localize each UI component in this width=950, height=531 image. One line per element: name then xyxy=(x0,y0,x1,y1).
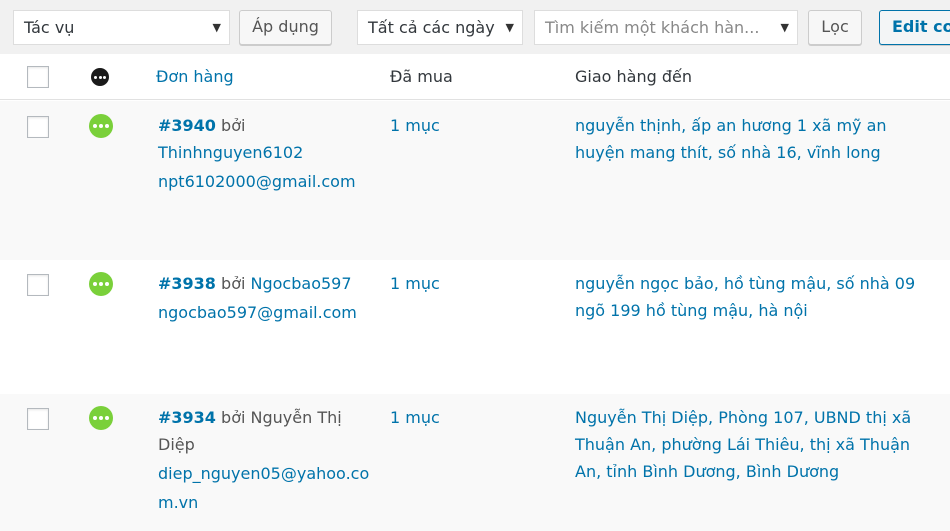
customer-search-select[interactable]: Tìm kiếm một khách hàn... ▼ xyxy=(534,10,798,45)
bulk-action-value: Tác vụ xyxy=(24,18,75,37)
select-all-checkbox[interactable] xyxy=(27,66,49,88)
customer-email-link[interactable]: ngocbao597@gmail.com xyxy=(158,303,357,322)
purchased-items-link[interactable]: 1 mục xyxy=(390,112,440,139)
by-label: bởi xyxy=(221,116,246,135)
filter-button[interactable]: Lọc xyxy=(808,10,862,45)
row-checkbox[interactable] xyxy=(27,408,49,430)
order-cell: #3940 bởi Thinhnguyen6102 npt6102000@gma… xyxy=(158,112,373,197)
apply-button[interactable]: Áp dụng xyxy=(239,10,332,45)
tablenav-top: Tác vụ ▼ Áp dụng Tất cả các ngày ▼ Tìm k… xyxy=(0,0,950,54)
customer-name-link[interactable]: Thinhnguyen6102 xyxy=(158,143,303,162)
customer-search-placeholder: Tìm kiếm một khách hàn... xyxy=(545,18,760,37)
address-line: Nguyễn Thị Diệp, Phòng 107, UBND thị xã xyxy=(575,408,912,427)
date-filter-value: Tất cả các ngày xyxy=(368,18,495,37)
customer-name: Nguyễn Thị xyxy=(250,408,342,427)
edit-columns-button[interactable]: Edit col xyxy=(879,10,950,45)
customer-name-link[interactable]: Ngocbao597 xyxy=(251,274,352,293)
status-header-icon xyxy=(91,68,109,86)
address-line: nguyễn ngọc bảo, hồ tùng mậu, số nhà 09 xyxy=(575,274,916,293)
by-label: bởi xyxy=(221,408,246,427)
order-cell: #3938 bởi Ngocbao597 ngocbao597@gmail.co… xyxy=(158,270,373,328)
by-label: bởi xyxy=(221,274,246,293)
orders-table: Đơn hàng Đã mua Giao hàng đến #3940 bởi … xyxy=(0,54,950,531)
purchased-items-link[interactable]: 1 mục xyxy=(390,404,440,431)
row-checkbox[interactable] xyxy=(27,116,49,138)
caret-down-icon: ▼ xyxy=(212,21,221,34)
order-number-link[interactable]: #3934 xyxy=(158,408,216,427)
column-header-purchased: Đã mua xyxy=(390,67,453,86)
caret-down-icon: ▼ xyxy=(505,21,514,34)
address-line: An, tỉnh Bình Dương, Bình Dương xyxy=(575,462,840,481)
column-header-ship-to: Giao hàng đến xyxy=(575,67,692,86)
ship-to-address-link[interactable]: nguyễn thịnh, ấp an hương 1 xã mỹ an huy… xyxy=(575,112,945,166)
ship-to-address-link[interactable]: Nguyễn Thị Diệp, Phòng 107, UBND thị xã … xyxy=(575,404,945,485)
row-checkbox[interactable] xyxy=(27,274,49,296)
address-line: Thuận An, phường Lái Thiêu, thị xã Thuận xyxy=(575,435,911,454)
status-processing-icon xyxy=(89,406,113,430)
order-number-link[interactable]: #3938 xyxy=(158,274,216,293)
date-filter-select[interactable]: Tất cả các ngày ▼ xyxy=(357,10,523,45)
address-line: huyện mang thít, số nhà 16, vĩnh long xyxy=(575,143,881,162)
table-row[interactable]: #3934 bởi Nguyễn Thị Diệp diep_nguyen05@… xyxy=(0,394,950,531)
bulk-action-select[interactable]: Tác vụ ▼ xyxy=(13,10,230,45)
purchased-items-link[interactable]: 1 mục xyxy=(390,270,440,297)
customer-email-link[interactable]: npt6102000@gmail.com xyxy=(158,172,356,191)
order-cell: #3934 bởi Nguyễn Thị Diệp diep_nguyen05@… xyxy=(158,404,373,516)
caret-down-icon: ▼ xyxy=(780,21,789,34)
status-processing-icon xyxy=(89,272,113,296)
status-processing-icon xyxy=(89,114,113,138)
table-header: Đơn hàng Đã mua Giao hàng đến xyxy=(0,54,950,100)
customer-email-link[interactable]: m.vn xyxy=(158,493,198,512)
table-row[interactable]: #3938 bởi Ngocbao597 ngocbao597@gmail.co… xyxy=(0,260,950,394)
address-line: ngõ 199 hồ tùng mậu, hà nội xyxy=(575,301,808,320)
ship-to-address-link[interactable]: nguyễn ngọc bảo, hồ tùng mậu, số nhà 09 … xyxy=(575,270,945,324)
address-line: nguyễn thịnh, ấp an hương 1 xã mỹ an xyxy=(575,116,887,135)
customer-email-link[interactable]: diep_nguyen05@yahoo.co xyxy=(158,464,369,483)
customer-name: Diệp xyxy=(158,435,195,454)
order-number-link[interactable]: #3940 xyxy=(158,116,216,135)
table-row[interactable]: #3940 bởi Thinhnguyen6102 npt6102000@gma… xyxy=(0,101,950,260)
column-header-order[interactable]: Đơn hàng xyxy=(156,67,234,86)
